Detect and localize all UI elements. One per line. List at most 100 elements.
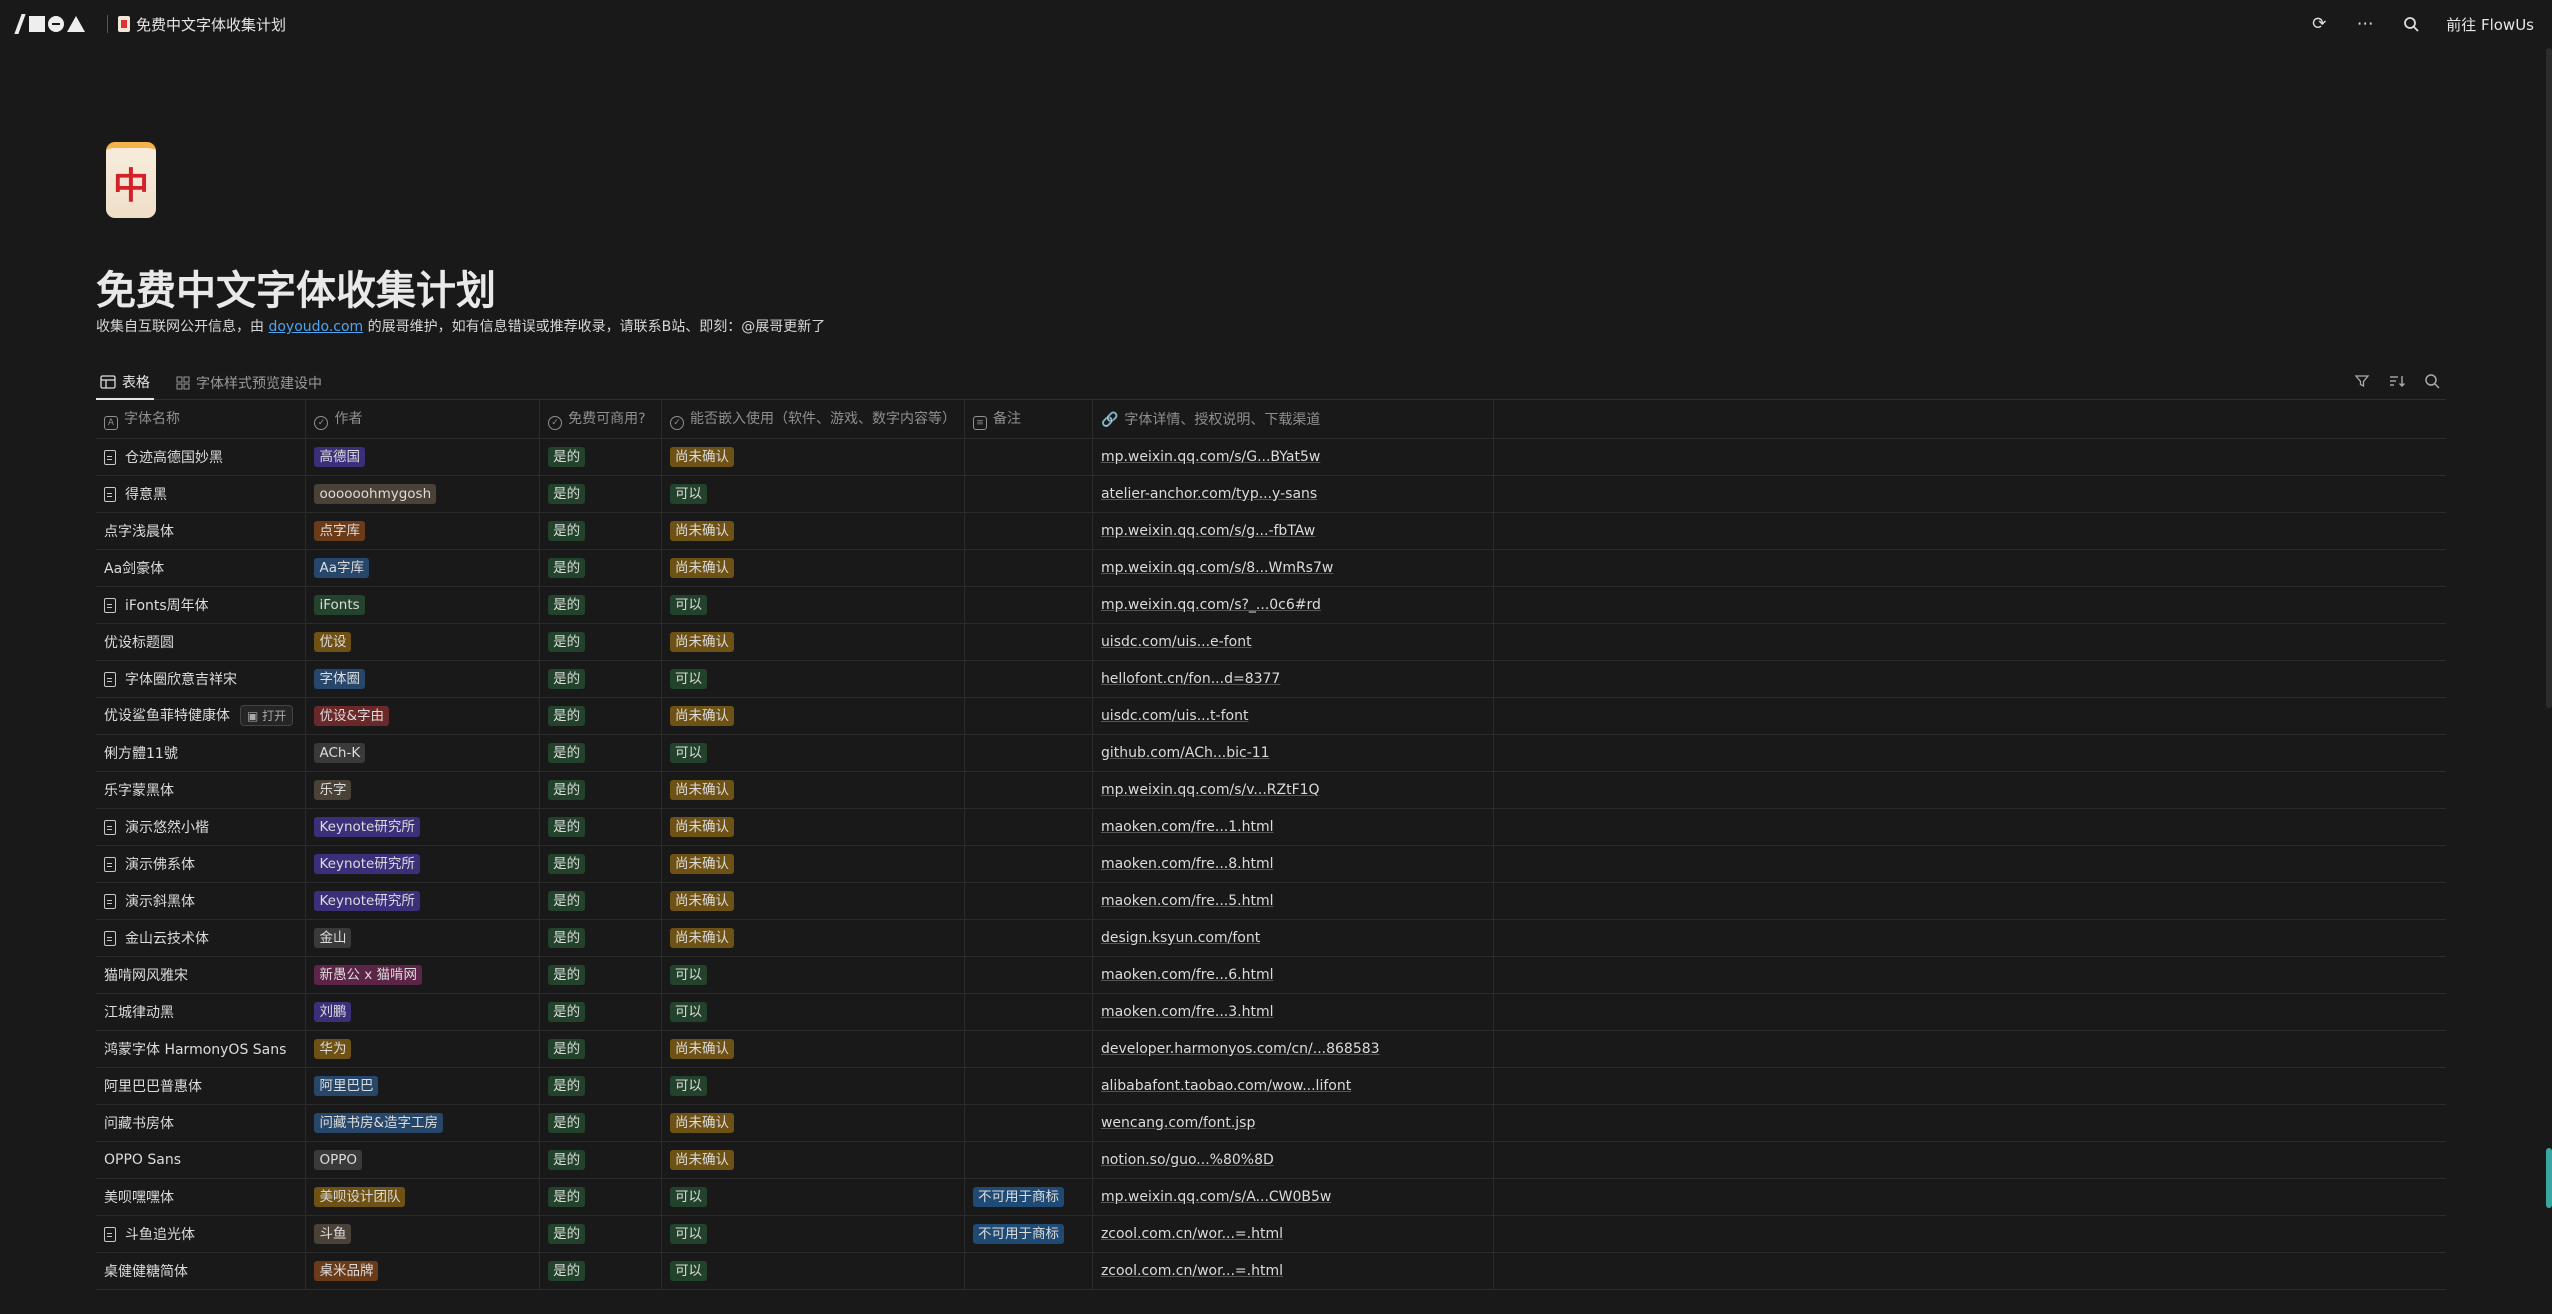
cell-free[interactable]: 是的 — [539, 919, 663, 957]
font-link[interactable]: mp.weixin.qq.com/s/G...BYat5w — [1101, 449, 1320, 465]
table-row[interactable]: 鸿蒙字体 HarmonyOS Sans 华为 是的 尚未确认 developer.har… — [96, 1030, 2446, 1068]
table-row[interactable]: 金山云技术体 金山 是的 尚未确认 design.ksyun.com/font — [96, 919, 2446, 957]
cell-note[interactable] — [964, 808, 1093, 846]
cell-link[interactable]: hellofont.cn/fon...d=8377 — [1092, 660, 1495, 698]
cell-free[interactable]: 是的 — [539, 623, 663, 661]
cell-author[interactable]: 字体圈 — [305, 660, 541, 698]
font-link[interactable]: uisdc.com/uis...e-font — [1101, 634, 1252, 650]
cell-embed[interactable]: 尚未确认 — [661, 771, 966, 809]
cell-link[interactable]: mp.weixin.qq.com/s/v...RZtF1Q — [1092, 771, 1495, 809]
cell-note[interactable] — [964, 771, 1093, 809]
cell-author[interactable]: 高德国 — [305, 438, 541, 476]
cell-name[interactable]: 演示悠然小楷 — [96, 808, 307, 846]
cell-link[interactable]: zcool.com.cn/wor...=.html — [1092, 1215, 1495, 1253]
table-row[interactable]: 阿里巴巴普惠体 阿里巴巴 是的 可以 alibabafont.taobao.com/wo… — [96, 1067, 2446, 1105]
font-link[interactable]: mp.weixin.qq.com/s/g...-fbTAw — [1101, 523, 1315, 539]
cell-link[interactable]: mp.weixin.qq.com/s/G...BYat5w — [1092, 438, 1495, 476]
table-row[interactable]: 斗鱼追光体 斗鱼 是的 可以 不可用于商标 zcool.com.cn/wor...=.ht… — [96, 1215, 2446, 1253]
cell-link[interactable]: developer.harmonyos.com/cn/...868583 — [1092, 1030, 1495, 1068]
cell-embed[interactable]: 可以 — [661, 734, 966, 772]
table-row[interactable]: Aa剑豪体 Aa字库 是的 尚未确认 mp.weixin.qq.com/s/8...Wm… — [96, 549, 2446, 587]
cell-link[interactable]: maoken.com/fre...3.html — [1092, 993, 1495, 1031]
cell-author[interactable]: oooooohmygosh — [305, 475, 541, 513]
table-row[interactable]: 桌健健糖简体 桌米品牌 是的 可以 zcool.com.cn/wor...=.html — [96, 1252, 2446, 1290]
goto-flowus-button[interactable]: 前往 FlowUs — [2446, 14, 2534, 35]
sync-icon[interactable]: ⟳ — [2308, 13, 2330, 35]
cell-note[interactable] — [964, 845, 1093, 883]
cell-note[interactable] — [964, 475, 1093, 513]
cell-name[interactable]: 俐方體11號 — [96, 734, 307, 772]
cell-author[interactable]: 华为 — [305, 1030, 541, 1068]
cell-author[interactable]: 点字库 — [305, 512, 541, 550]
cell-note[interactable] — [964, 734, 1093, 772]
cell-author[interactable]: 桌米品牌 — [305, 1252, 541, 1290]
cell-note[interactable] — [964, 623, 1093, 661]
font-link[interactable]: design.ksyun.com/font — [1101, 930, 1260, 946]
font-link[interactable]: mp.weixin.qq.com/s/v...RZtF1Q — [1101, 782, 1320, 798]
table-row[interactable]: 江城律动黑 刘鹏 是的 可以 maoken.com/fre...3.html — [96, 993, 2446, 1031]
cell-link[interactable]: notion.so/guo...%80%8D — [1092, 1141, 1495, 1179]
cell-free[interactable]: 是的 — [539, 882, 663, 920]
cell-author[interactable]: 美呗设计团队 — [305, 1178, 541, 1216]
table-row[interactable]: 字体圈欣意吉祥宋 字体圈 是的 可以 hellofont.cn/fon...d=8377 — [96, 660, 2446, 698]
cell-author[interactable]: 金山 — [305, 919, 541, 957]
cell-name[interactable]: 江城律动黑 — [96, 993, 307, 1031]
cell-name[interactable]: Aa剑豪体 — [96, 549, 307, 587]
cell-link[interactable]: zcool.com.cn/wor...=.html — [1092, 1252, 1495, 1290]
scrollbar-track[interactable] — [2546, 48, 2552, 708]
table-row[interactable]: 演示悠然小楷 Keynote研究所 是的 尚未确认 maoken.com/fre...1… — [96, 808, 2446, 846]
mahjong-page-icon[interactable]: 中 — [106, 142, 156, 218]
font-link[interactable]: uisdc.com/uis...t-font — [1101, 708, 1249, 724]
cell-author[interactable]: 乐字 — [305, 771, 541, 809]
cell-name[interactable]: 点字浅晨体 — [96, 512, 307, 550]
table-row[interactable]: 美呗嘿嘿体 美呗设计团队 是的 可以 不可用于商标 mp.weixin.qq.com/s/… — [96, 1178, 2446, 1216]
scroll-indicator[interactable] — [2546, 1148, 2552, 1208]
font-link[interactable]: zcool.com.cn/wor...=.html — [1101, 1263, 1283, 1279]
cell-author[interactable]: Keynote研究所 — [305, 882, 541, 920]
cell-name[interactable]: 阿里巴巴普惠体 — [96, 1067, 307, 1105]
cell-name[interactable]: 桌健健糖简体 — [96, 1252, 307, 1290]
cell-embed[interactable]: 尚未确认 — [661, 808, 966, 846]
cell-name[interactable]: 美呗嘿嘿体 — [96, 1178, 307, 1216]
font-link[interactable]: mp.weixin.qq.com/s?_...0c6#rd — [1101, 597, 1321, 613]
cell-note[interactable] — [964, 1067, 1093, 1105]
cell-free[interactable]: 是的 — [539, 771, 663, 809]
cell-author[interactable]: ACh-K — [305, 734, 541, 772]
font-link[interactable]: mp.weixin.qq.com/s/A...CW0B5w — [1101, 1189, 1331, 1205]
cell-author[interactable]: 优设 — [305, 623, 541, 661]
cell-link[interactable]: maoken.com/fre...5.html — [1092, 882, 1495, 920]
col-header-author[interactable]: ✓ 作者 — [305, 400, 541, 439]
cell-link[interactable]: maoken.com/fre...8.html — [1092, 845, 1495, 883]
cell-author[interactable]: 斗鱼 — [305, 1215, 541, 1253]
cell-embed[interactable]: 尚未确认 — [661, 1104, 966, 1142]
cell-note[interactable] — [964, 512, 1093, 550]
cell-free[interactable]: 是的 — [539, 549, 663, 587]
cell-name[interactable]: 鸿蒙字体 HarmonyOS Sans — [96, 1030, 307, 1068]
cell-embed[interactable]: 可以 — [661, 956, 966, 994]
table-row[interactable]: 点字浅晨体 点字库 是的 尚未确认 mp.weixin.qq.com/s/g...-fb… — [96, 512, 2446, 550]
cell-embed[interactable]: 可以 — [661, 993, 966, 1031]
table-row[interactable]: 仓迹高德国妙黑 高德国 是的 尚未确认 mp.weixin.qq.com/s/G...B… — [96, 438, 2446, 476]
cell-note[interactable] — [964, 1141, 1093, 1179]
cell-embed[interactable]: 可以 — [661, 1252, 966, 1290]
cell-author[interactable]: 问藏书房&造字工房 — [305, 1104, 541, 1142]
cell-free[interactable]: 是的 — [539, 512, 663, 550]
cell-free[interactable]: 是的 — [539, 1252, 663, 1290]
cell-embed[interactable]: 可以 — [661, 1178, 966, 1216]
cell-embed[interactable]: 尚未确认 — [661, 549, 966, 587]
table-row[interactable]: OPPO Sans OPPO 是的 尚未确认 notion.so/guo...%80%8… — [96, 1141, 2446, 1179]
tab-preview[interactable]: 字体样式预览建设中 — [172, 366, 326, 400]
cell-free[interactable]: 是的 — [539, 1178, 663, 1216]
font-link[interactable]: maoken.com/fre...6.html — [1101, 967, 1274, 983]
cell-free[interactable]: 是的 — [539, 993, 663, 1031]
filter-icon[interactable] — [2354, 373, 2370, 393]
cell-link[interactable]: maoken.com/fre...1.html — [1092, 808, 1495, 846]
cell-author[interactable]: 优设&字由 — [305, 697, 541, 735]
cell-embed[interactable]: 尚未确认 — [661, 697, 966, 735]
cell-embed[interactable]: 尚未确认 — [661, 919, 966, 957]
cell-name[interactable]: 演示佛系体 — [96, 845, 307, 883]
cell-embed[interactable]: 尚未确认 — [661, 845, 966, 883]
cell-author[interactable]: 阿里巴巴 — [305, 1067, 541, 1105]
font-link[interactable]: developer.harmonyos.com/cn/...868583 — [1101, 1041, 1380, 1057]
cell-link[interactable]: mp.weixin.qq.com/s/A...CW0B5w — [1092, 1178, 1495, 1216]
